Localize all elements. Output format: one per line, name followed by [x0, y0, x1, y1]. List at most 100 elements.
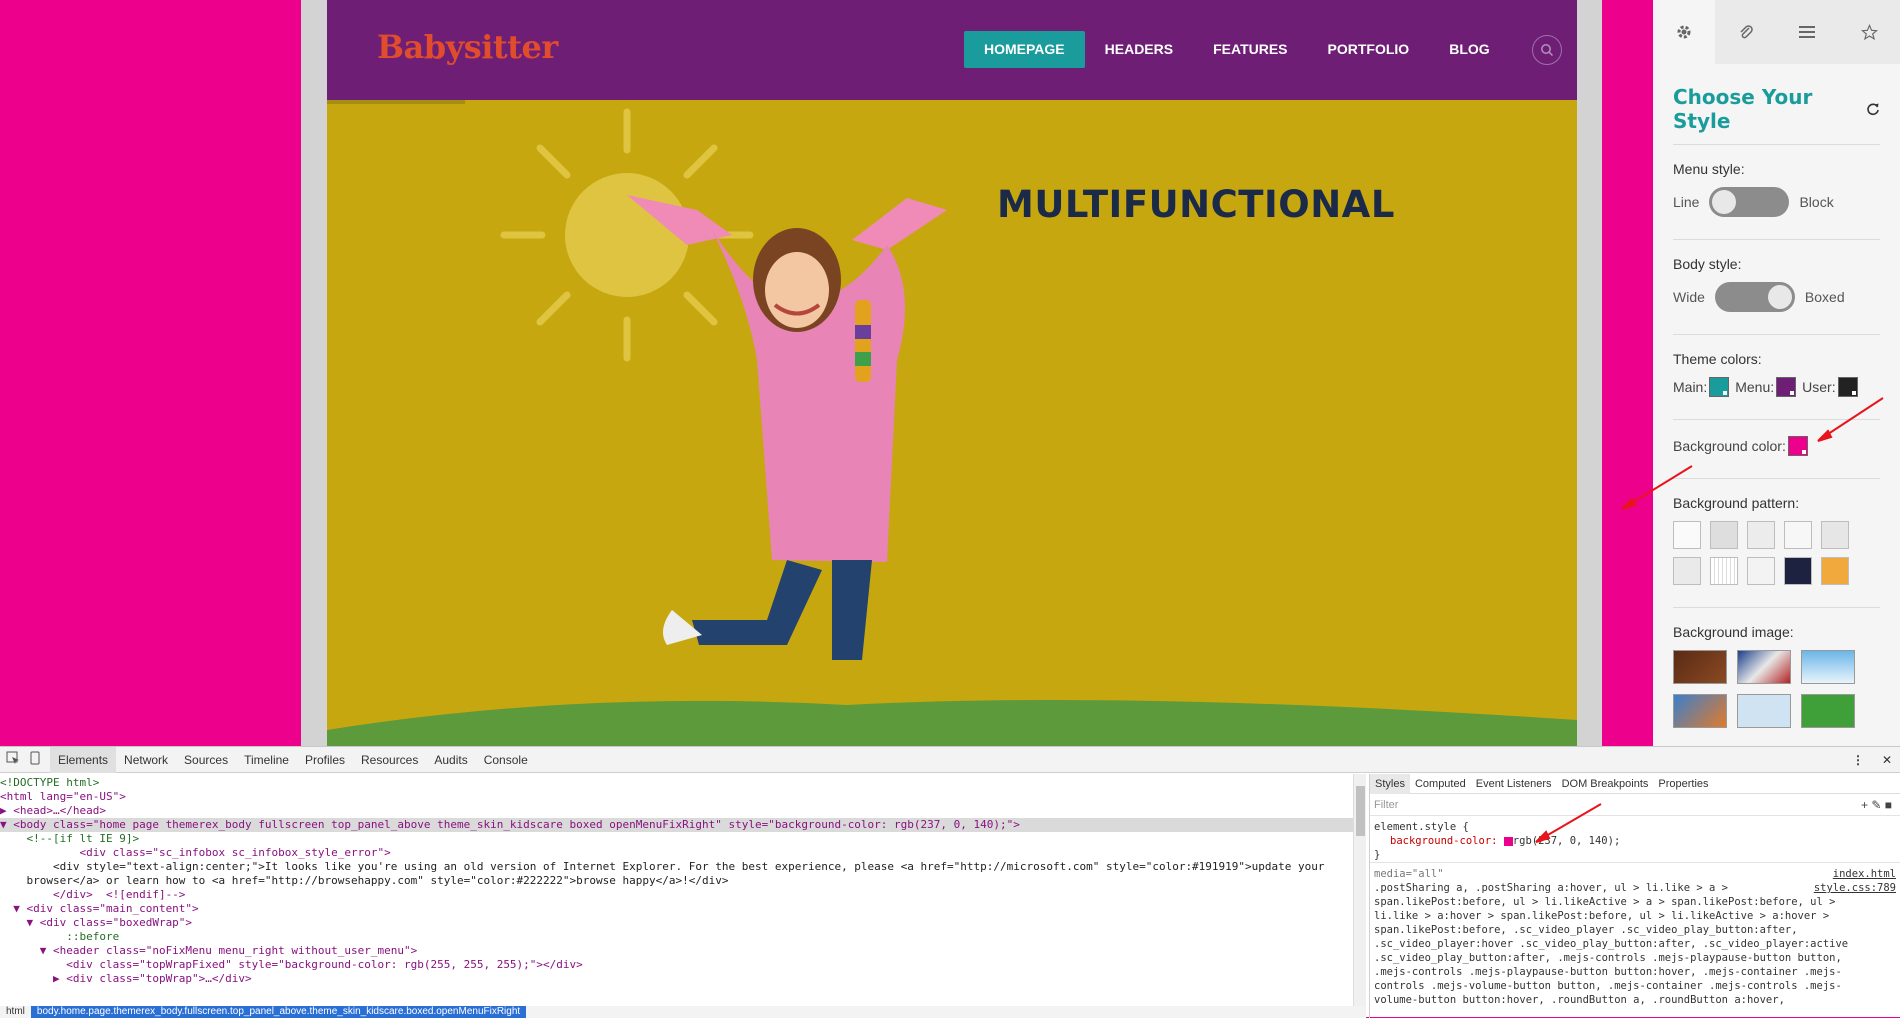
pattern-thumb[interactable] [1710, 521, 1738, 549]
pattern-thumb[interactable] [1821, 521, 1849, 549]
tab-resources[interactable]: Resources [353, 747, 426, 773]
dom-line[interactable]: ::before [0, 930, 1366, 944]
background-image-thumb[interactable] [1737, 694, 1791, 728]
site-logo[interactable]: Babysitter [377, 28, 558, 66]
user-color-swatch[interactable] [1837, 377, 1858, 397]
tab-profiles[interactable]: Profiles [297, 747, 353, 773]
menu-style-block-label: Block [1799, 194, 1834, 210]
tab-computed[interactable]: Computed [1410, 774, 1471, 794]
tab-network[interactable]: Network [116, 747, 176, 773]
dom-line[interactable]: <div style="text-align:center;">It looks… [0, 860, 1366, 874]
background-image-thumb[interactable] [1801, 694, 1855, 728]
menu-style-line-label: Line [1673, 194, 1700, 210]
pattern-thumb[interactable] [1821, 557, 1849, 585]
tab-dom-breakpoints[interactable]: DOM Breakpoints [1557, 774, 1654, 794]
dom-tree-scrollbar[interactable] [1353, 774, 1366, 1006]
background-image-thumb[interactable] [1737, 650, 1791, 684]
css-selector-line: .sc_video_play_button:after, .mejs-contr… [1374, 952, 1842, 964]
dom-line[interactable]: ▼ <header class="noFixMenu menu_right wi… [0, 944, 1366, 958]
tab-timeline[interactable]: Timeline [236, 747, 297, 773]
pattern-thumb[interactable] [1710, 557, 1738, 585]
background-image-label: Background image: [1673, 624, 1794, 640]
main-color-swatch[interactable] [1709, 377, 1730, 397]
css-selector-line: .mejs-controls .mejs-playpause-button bu… [1374, 966, 1842, 978]
nav-headers[interactable]: HEADERS [1085, 31, 1193, 68]
css-selector-line: controls .mejs-volume-button button, .me… [1374, 980, 1842, 992]
menu-style-toggle[interactable] [1709, 187, 1790, 217]
nav-portfolio[interactable]: PORTFOLIO [1308, 31, 1430, 68]
more-options-icon[interactable]: ⋮ [1842, 753, 1874, 767]
crumb-html[interactable]: html [0, 1006, 31, 1018]
search-icon[interactable] [1531, 34, 1562, 65]
pattern-thumb[interactable] [1784, 557, 1812, 585]
paperclip-icon[interactable] [1715, 0, 1777, 64]
gear-icon[interactable] [1653, 0, 1715, 64]
css-property: background-color: [1390, 835, 1498, 847]
tab-properties[interactable]: Properties [1653, 774, 1713, 794]
main-navigation: HOMEPAGE HEADERS FEATURES PORTFOLIO BLOG [964, 31, 1562, 68]
refresh-icon[interactable] [1866, 97, 1880, 121]
nav-features[interactable]: FEATURES [1193, 31, 1307, 68]
hero-title: MULTIFUNCTIONAL [997, 183, 1395, 226]
menu-icon[interactable] [1777, 0, 1839, 64]
tab-elements[interactable]: Elements [50, 746, 117, 773]
toggle-knob [1767, 285, 1792, 309]
panel-title: Choose Your Style [1673, 85, 1880, 133]
dom-tree[interactable]: <!DOCTYPE html> <html lang="en-US"> ▶ <h… [0, 774, 1366, 1006]
background-image-thumb[interactable] [1673, 694, 1727, 728]
style-tools[interactable]: + ✎ ■ [1861, 798, 1892, 812]
background-image-thumb[interactable] [1673, 650, 1727, 684]
devtools-toolbar: Elements Network Sources Timeline Profil… [0, 746, 1900, 773]
dom-line-selected[interactable]: ▼ <body class="home page themerex_body f… [0, 818, 1366, 832]
tab-styles[interactable]: Styles [1370, 774, 1410, 794]
dom-line[interactable]: <div class="sc_infobox sc_infobox_style_… [0, 846, 1366, 860]
background-color-swatch[interactable] [1787, 436, 1808, 456]
dom-line[interactable]: <!DOCTYPE html> [0, 776, 1366, 790]
dom-line[interactable]: <html lang="en-US"> [0, 790, 1366, 804]
inspect-icon[interactable] [0, 751, 26, 768]
dom-breadcrumbs: html body.home.page.themerex_body.fullsc… [0, 1006, 1366, 1018]
nav-homepage[interactable]: HOMEPAGE [964, 31, 1085, 68]
dom-line[interactable]: ▼ <div class="main_content"> [0, 902, 1366, 916]
element-style-declaration[interactable]: background-color: rgb(237, 0, 140); [1374, 834, 1896, 848]
nav-blog[interactable]: BLOG [1429, 31, 1509, 68]
scrollbar-thumb[interactable] [1356, 786, 1365, 836]
body-style-section: Body style: Wide Boxed [1673, 239, 1880, 312]
styles-pane: Styles Computed Event Listeners DOM Brea… [1369, 774, 1900, 1018]
browser-viewport: Babysitter HOMEPAGE HEADERS FEATURES POR… [0, 0, 1900, 746]
styles-tabs: Styles Computed Event Listeners DOM Brea… [1370, 774, 1900, 794]
user-color-label: User: [1802, 379, 1836, 395]
body-style-toggle[interactable] [1714, 282, 1795, 312]
tab-event-listeners[interactable]: Event Listeners [1471, 774, 1557, 794]
tab-audits[interactable]: Audits [426, 747, 475, 773]
main-color-label: Main: [1673, 379, 1708, 395]
css-selector-line: volume-button button:hover, .roundButton… [1374, 994, 1785, 1006]
dom-line[interactable]: <!--[if lt IE 9]> [0, 832, 1366, 846]
device-mode-icon[interactable] [26, 751, 50, 768]
matched-css-rule: media="all" index.html style.css:789 .pos… [1370, 862, 1900, 1007]
dom-line[interactable]: ▶ <head>…</head> [0, 804, 1366, 818]
dom-line[interactable]: browser</a> or learn how to <a href="htt… [0, 874, 1366, 888]
dom-line[interactable]: ▼ <div class="boxedWrap"> [0, 916, 1366, 930]
menu-color-swatch[interactable] [1776, 377, 1797, 397]
source-link[interactable]: index.html style.css:789 [1814, 867, 1896, 895]
pattern-thumb[interactable] [1673, 557, 1701, 585]
color-swatch-icon[interactable] [1503, 836, 1513, 846]
devtools-panel: Elements Network Sources Timeline Profil… [0, 746, 1900, 1018]
css-selector-line: span.likePost:before, .sc_video_player .… [1374, 924, 1798, 936]
background-image-thumb[interactable] [1801, 650, 1855, 684]
dom-line[interactable]: </div> <![endif]--> [0, 888, 1366, 902]
dom-line[interactable]: ▶ <div class="topWrap">…</div> [0, 972, 1366, 986]
tab-sources[interactable]: Sources [176, 747, 236, 773]
pattern-thumb[interactable] [1747, 557, 1775, 585]
tab-console[interactable]: Console [476, 747, 536, 773]
pattern-thumb[interactable] [1673, 521, 1701, 549]
background-pattern-label: Background pattern: [1673, 495, 1800, 511]
pattern-thumb[interactable] [1747, 521, 1775, 549]
close-icon[interactable]: ✕ [1874, 753, 1900, 767]
crumb-body[interactable]: body.home.page.themerex_body.fullscreen.… [30, 1006, 527, 1018]
styles-filter[interactable]: Filter + ✎ ■ [1370, 794, 1900, 816]
dom-line[interactable]: <div class="topWrapFixed" style="backgro… [0, 958, 1366, 972]
pattern-thumb[interactable] [1784, 521, 1812, 549]
star-icon[interactable] [1838, 0, 1900, 64]
